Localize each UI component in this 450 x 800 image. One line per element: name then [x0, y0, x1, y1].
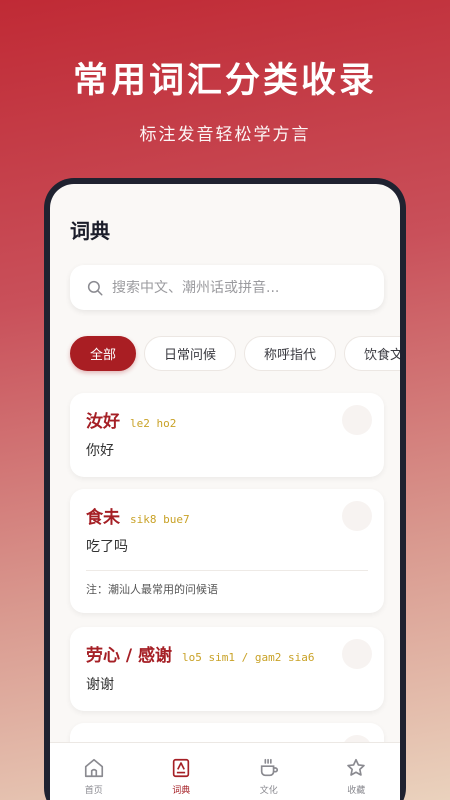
- search-input[interactable]: [112, 279, 372, 296]
- word-meaning: 吃了吗: [86, 539, 128, 555]
- divider: [86, 570, 368, 571]
- word-term: 食未: [86, 508, 120, 528]
- page-title: 词典: [70, 219, 110, 243]
- category-chips: 全部 日常问候 称呼指代 饮食文: [70, 336, 400, 371]
- chip-forms-of-address[interactable]: 称呼指代: [244, 336, 337, 371]
- phone-frame: 词典 全部 日常问候 称呼指代 饮食文 汝好 le2 ho2 你好: [44, 178, 406, 800]
- word-pronunciation: sik8 bue7: [130, 513, 190, 526]
- tab-label: 首页: [84, 786, 103, 796]
- app-screen: 词典 全部 日常问候 称呼指代 饮食文 汝好 le2 ho2 你好: [50, 184, 400, 800]
- speaker-icon[interactable]: [342, 405, 372, 435]
- dictionary-icon: [173, 758, 190, 778]
- star-icon: [347, 758, 366, 776]
- word-pronunciation: lo5 sim1 / gam2 sia6: [182, 651, 315, 664]
- bottom-tab-bar: 首页 词典 文化 收藏: [50, 742, 400, 800]
- chip-all[interactable]: 全部: [70, 336, 137, 371]
- chip-food-culture[interactable]: 饮食文: [344, 336, 400, 371]
- word-note: 注：潮汕人最常用的问候语: [86, 583, 218, 596]
- word-card[interactable]: 劳心 / 感谢 lo5 sim1 / gam2 sia6 谢谢: [70, 627, 384, 711]
- tab-favorites[interactable]: 收藏: [313, 743, 401, 800]
- tab-label: 词典: [172, 786, 191, 796]
- promo-subtitle: 标注发音轻松学方言: [139, 125, 311, 145]
- word-meaning: 谢谢: [86, 677, 114, 693]
- chip-daily-greetings[interactable]: 日常问候: [144, 336, 237, 371]
- search-icon: [87, 280, 103, 295]
- tab-home[interactable]: 首页: [50, 743, 138, 800]
- word-term: 劳心 / 感谢: [86, 646, 173, 666]
- speaker-icon[interactable]: [342, 639, 372, 669]
- word-meaning: 你好: [86, 443, 114, 459]
- speaker-icon[interactable]: [342, 501, 372, 531]
- home-icon: [84, 758, 103, 778]
- search-bar[interactable]: [70, 265, 384, 310]
- word-term: 汝好: [86, 412, 120, 432]
- word-card[interactable]: 食未 sik8 bue7 吃了吗 注：潮汕人最常用的问候语: [70, 489, 384, 613]
- promo-title: 常用词汇分类收录: [72, 61, 377, 101]
- tab-label: 收藏: [347, 786, 366, 796]
- tab-dictionary[interactable]: 词典: [138, 743, 226, 800]
- tea-cup-icon: [260, 758, 278, 777]
- tab-label: 文化: [259, 786, 278, 796]
- tab-culture[interactable]: 文化: [225, 743, 313, 800]
- word-pronunciation: le2 ho2: [130, 417, 177, 430]
- word-card[interactable]: 汝好 le2 ho2 你好: [70, 393, 384, 477]
